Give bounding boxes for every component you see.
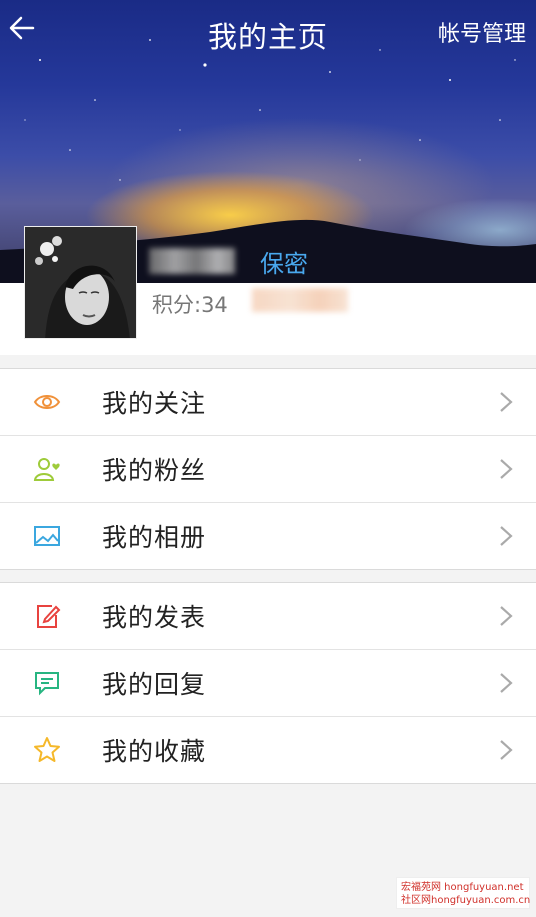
menu-item-posts[interactable]: 我的发表	[0, 583, 536, 650]
menu-item-album[interactable]: 我的相册	[0, 503, 536, 569]
chevron-right-icon	[498, 671, 514, 695]
watermark-line-2: 社区网hongfuyuan.com.cn	[401, 895, 531, 906]
site-watermark: 宏福苑网 hongfuyuan.net 社区网hongfuyuan.com.cn	[396, 877, 530, 909]
chevron-right-icon	[498, 604, 514, 628]
menu-item-label: 我的粉丝	[102, 456, 207, 485]
menu-item-fans[interactable]: 我的粉丝	[0, 436, 536, 503]
menu-item-favorites[interactable]: 我的收藏	[0, 717, 536, 783]
watermark-line-1: 宏福苑网 hongfuyuan.net	[401, 882, 524, 893]
account-management-button[interactable]: 帐号管理	[438, 16, 526, 48]
points-label: 积分:34	[152, 293, 228, 317]
comment-icon	[32, 668, 62, 698]
menu-group-social: 我的关注 我的粉丝 我的相册	[0, 368, 536, 570]
menu-item-label: 我的相册	[102, 523, 207, 552]
gender-privacy-label: 保密	[260, 250, 308, 278]
menu-item-following[interactable]: 我的关注	[0, 369, 536, 436]
username-blurred	[149, 248, 235, 274]
star-icon	[32, 735, 62, 765]
menu-item-label: 我的关注	[102, 389, 207, 418]
chevron-right-icon	[498, 738, 514, 762]
eye-icon	[32, 387, 62, 417]
avatar[interactable]	[24, 226, 137, 339]
menu-item-replies[interactable]: 我的回复	[0, 650, 536, 717]
chevron-right-icon	[498, 390, 514, 414]
menu-item-label: 我的收藏	[102, 737, 207, 766]
menu-item-label: 我的回复	[102, 670, 207, 699]
menu-group-content: 我的发表 我的回复 我的收藏	[0, 582, 536, 784]
chevron-right-icon	[498, 457, 514, 481]
user-heart-icon	[32, 454, 62, 484]
level-badge-blurred	[252, 288, 348, 312]
chevron-right-icon	[498, 524, 514, 548]
edit-icon	[32, 601, 62, 631]
picture-icon	[32, 521, 62, 551]
menu-item-label: 我的发表	[102, 603, 207, 632]
